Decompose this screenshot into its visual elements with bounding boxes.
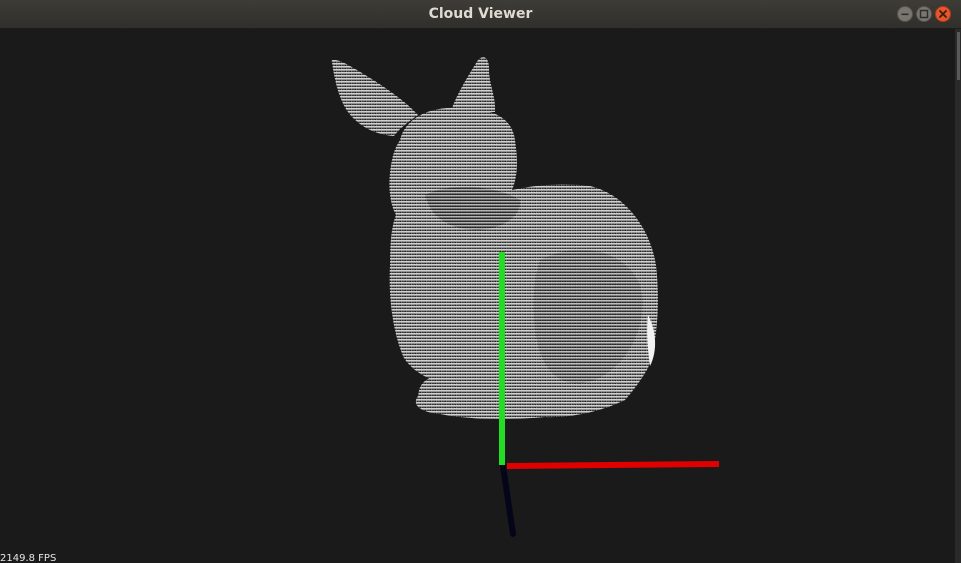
axis-x <box>506 461 720 469</box>
fps-counter: 2149.8 FPS <box>0 553 57 563</box>
bunny-left-ear <box>331 59 418 137</box>
bunny-point-cloud <box>331 57 658 419</box>
point-cloud-scene <box>331 57 720 537</box>
bunny-front-paw <box>418 375 502 414</box>
cloud-viewer-window: Cloud Viewer 2149.8 FPS <box>0 0 961 563</box>
bunny-right-ear <box>452 57 496 112</box>
axis-z <box>500 463 516 537</box>
